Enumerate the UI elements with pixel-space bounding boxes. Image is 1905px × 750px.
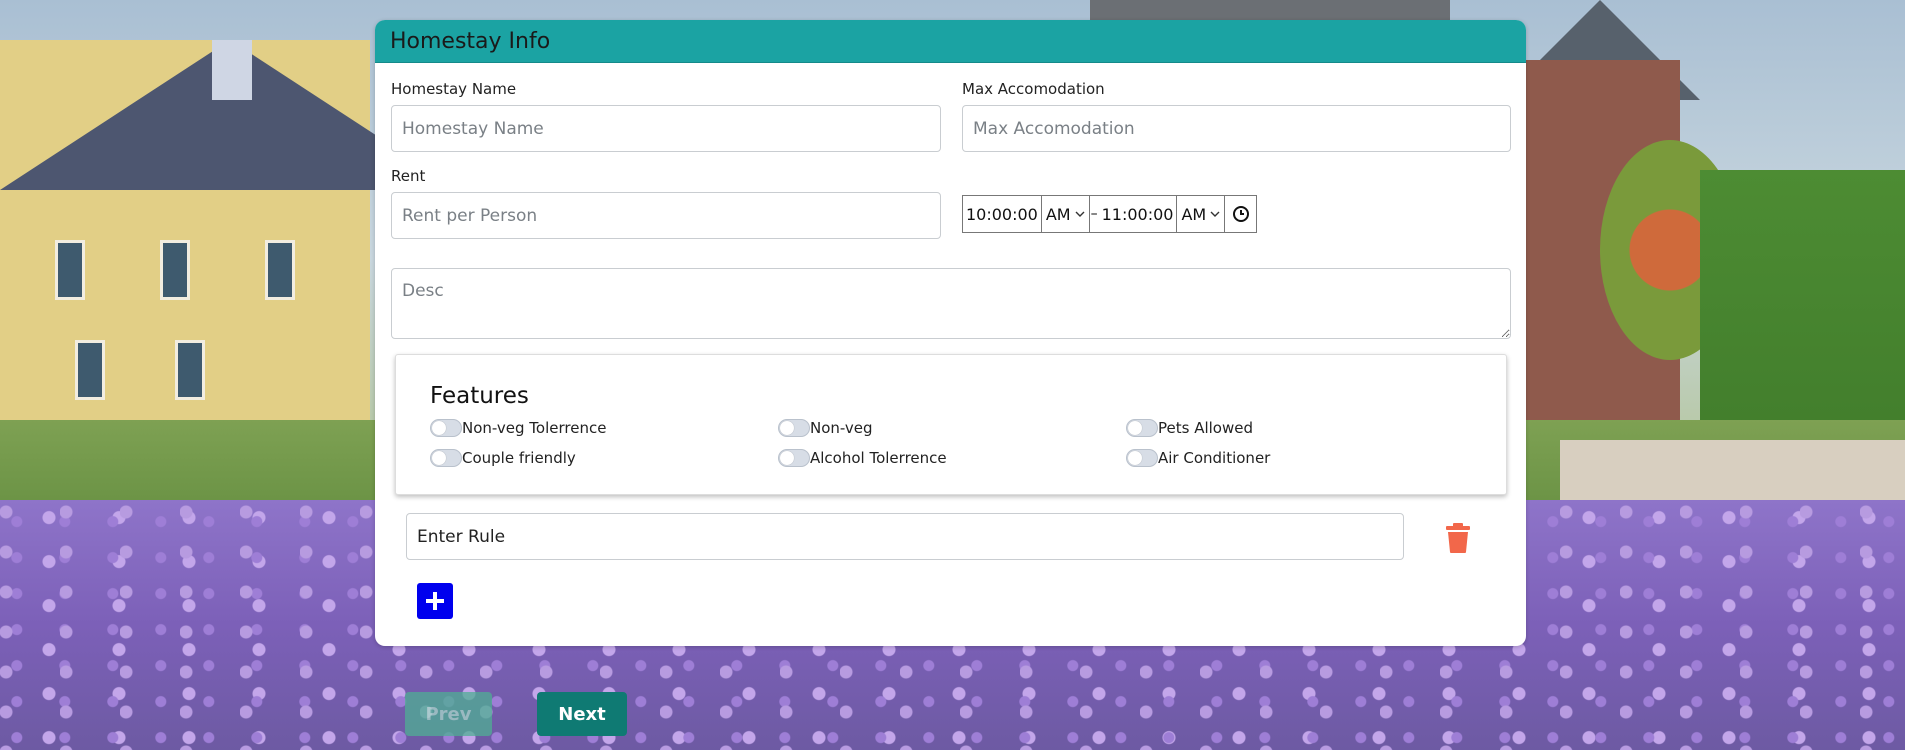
feature-label: Air Conditioner [1158, 449, 1271, 467]
start-ampm-value: AM [1045, 204, 1071, 224]
clock-tower [212, 40, 252, 100]
card-header: Homestay Info [375, 20, 1526, 63]
max-accommodation-input[interactable] [962, 105, 1511, 152]
plus-icon [426, 592, 444, 610]
clock-button[interactable] [1224, 196, 1256, 232]
chevron-down-icon [1075, 211, 1085, 217]
toggle-switch[interactable] [778, 449, 810, 467]
feature-non-veg-tolerance[interactable]: Non-veg Tolerrence [430, 419, 606, 437]
house-window [75, 340, 105, 400]
feature-couple-friendly[interactable]: Couple friendly [430, 449, 576, 467]
toggle-switch[interactable] [778, 419, 810, 437]
feature-air-conditioner[interactable]: Air Conditioner [1126, 449, 1270, 467]
toggle-switch[interactable] [430, 449, 462, 467]
time-range-picker: 10:00:00 AM – 11:00:00 AM [962, 195, 1258, 233]
add-rule-button[interactable] [417, 583, 453, 619]
delete-rule-button[interactable] [1445, 522, 1471, 554]
next-button[interactable]: Next [537, 692, 627, 736]
rule-input[interactable] [406, 513, 1404, 560]
end-ampm-select[interactable]: AM [1176, 196, 1224, 232]
rent-label: Rent [391, 167, 426, 185]
features-title: Features [430, 383, 529, 409]
prev-button[interactable]: Prev [405, 692, 492, 736]
card-title: Homestay Info [390, 28, 551, 54]
feature-alcohol-tolerance[interactable]: Alcohol Tolerrence [778, 449, 947, 467]
feature-non-veg[interactable]: Non-veg [778, 419, 873, 437]
house-window [175, 340, 205, 400]
start-time-field[interactable]: 10:00:00 [963, 196, 1041, 232]
homestay-name-input[interactable] [391, 105, 941, 152]
clock-icon [1232, 206, 1249, 222]
toggle-switch[interactable] [1126, 419, 1158, 437]
house-window [55, 240, 85, 300]
feature-label: Alcohol Tolerrence [810, 449, 947, 467]
toggle-switch[interactable] [430, 419, 462, 437]
trash-icon [1446, 523, 1470, 553]
features-panel: Features Non-veg Tolerrence Non-veg Pets… [395, 354, 1507, 495]
house-window [160, 240, 190, 300]
max-accommodation-label: Max Accomodation [962, 80, 1105, 98]
start-ampm-select[interactable]: AM [1040, 196, 1090, 232]
toggle-switch[interactable] [1126, 449, 1158, 467]
feature-label: Non-veg [810, 419, 873, 437]
end-ampm-value: AM [1181, 204, 1207, 224]
feature-label: Couple friendly [462, 449, 576, 467]
description-textarea[interactable] [391, 268, 1511, 339]
rent-input[interactable] [391, 192, 941, 239]
homestay-name-label: Homestay Name [391, 80, 517, 98]
house-window [265, 240, 295, 300]
feature-label: Pets Allowed [1158, 419, 1253, 437]
feature-label: Non-veg Tolerrence [462, 419, 607, 437]
homestay-info-card: Homestay Info Homestay Name Max Accomoda… [375, 20, 1526, 646]
manor-house [0, 40, 460, 440]
feature-pets-allowed[interactable]: Pets Allowed [1126, 419, 1253, 437]
time-range-separator: – [1090, 206, 1098, 222]
chevron-down-icon [1210, 211, 1220, 217]
end-time-field[interactable]: 11:00:00 [1099, 196, 1177, 232]
